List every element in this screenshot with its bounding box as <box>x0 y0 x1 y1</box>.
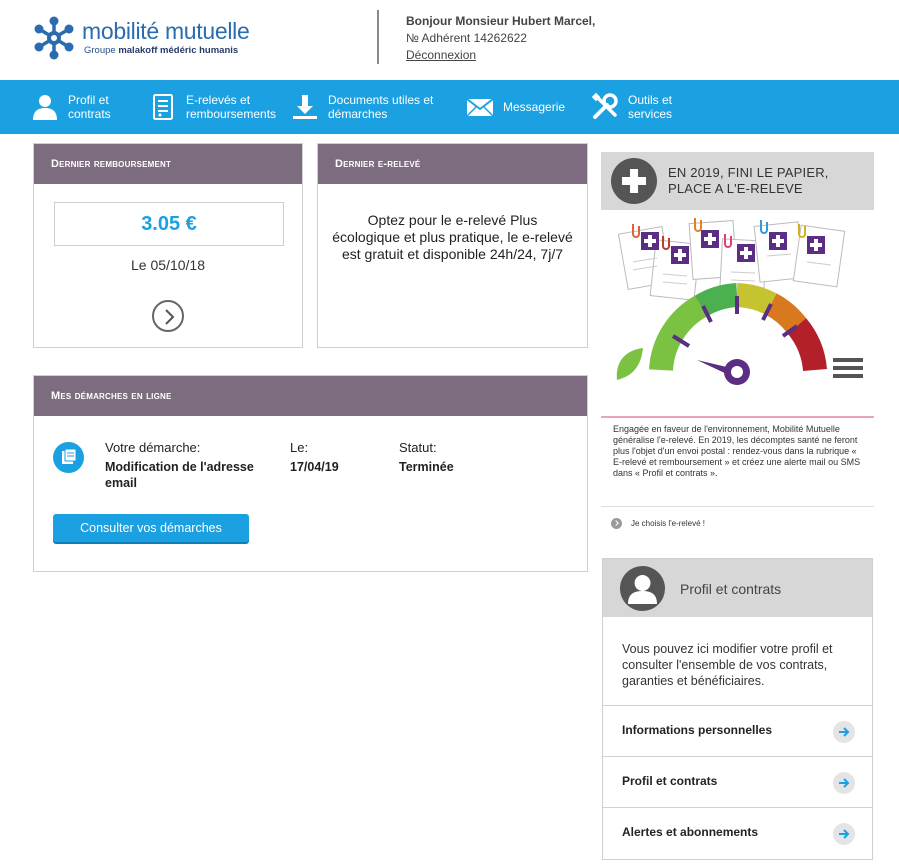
brand-group: Groupe malakoff médéric humanis <box>84 45 238 56</box>
nav-item-documents[interactable]: Documents utiles et démarches <box>290 80 446 134</box>
main-nav: Profil et contrats E-relevés et rembours… <box>0 80 899 134</box>
promo-text: Engagée en faveur de l'environnement, Mo… <box>613 424 861 478</box>
demarche-date: 17/04/19 <box>290 460 339 474</box>
card-remboursement-title: Dernier remboursement <box>34 144 302 184</box>
promo-title-line1: EN 2019, FINI LE PAPIER, <box>668 165 829 180</box>
card-remboursement: Dernier remboursement 3.05 € Le 05/10/18 <box>33 143 303 348</box>
member-number: № Adhérent 14262622 <box>406 31 527 45</box>
card-demarches: Mes démarches en ligne Votre démarche: L… <box>33 375 588 572</box>
promo-ereleve: EN 2019, FINI LE PAPIER, PLACE A L'E-RELE… <box>601 152 874 536</box>
profile-link-label: Profil et contrats <box>622 774 718 788</box>
user-greeting: Bonjour Monsieur Hubert Marcel, <box>406 14 596 28</box>
nav-label-ereleves: E-relevés et remboursements <box>186 93 277 121</box>
promo-separator <box>601 416 874 418</box>
promo-header: EN 2019, FINI LE PAPIER, PLACE A L'E-RELE… <box>601 152 874 210</box>
demarche-icon <box>53 442 84 473</box>
promo-divider <box>601 506 874 507</box>
brand-logo[interactable]: mobilité mutuelle Groupe malakoff médéri… <box>30 12 270 62</box>
profile-header: Profil et contrats <box>603 559 872 617</box>
header: mobilité mutuelle Groupe malakoff médéri… <box>0 0 899 80</box>
profile-title: Profil et contrats <box>680 581 782 597</box>
user-icon <box>33 95 57 120</box>
folder-icon <box>62 449 77 464</box>
chevron-right-icon <box>165 309 175 325</box>
promo-plus-badge <box>611 158 657 204</box>
promo-title-line2: PLACE A L'E-RELEVE <box>668 181 803 196</box>
label-status: Statut: <box>399 440 437 455</box>
profile-link-contrats[interactable]: Profil et contrats <box>603 756 872 807</box>
card-ereleve: Dernier e-relevé Optez pour le e-relevé … <box>317 143 588 348</box>
arrow-right-icon <box>611 518 622 529</box>
brand-group-prefix: Groupe <box>84 45 119 56</box>
mail-icon <box>466 98 494 117</box>
nav-item-messagerie[interactable]: Messagerie <box>465 80 565 134</box>
nav-item-profil[interactable]: Profil et contrats <box>30 80 124 134</box>
card-ereleve-title: Dernier e-relevé <box>318 144 587 184</box>
profile-description: Vous pouvez ici modifier votre profil et… <box>622 642 833 688</box>
demarche-value: Modification de l'adresse email <box>105 460 254 490</box>
menu-icon <box>833 358 863 378</box>
promo-title: EN 2019, FINI LE PAPIER, PLACE A L'E-RELE… <box>668 165 829 197</box>
label-date: Le: <box>290 440 309 455</box>
label-demarche: Votre démarche: <box>105 440 201 455</box>
profile-link-informations[interactable]: Informations personnelles <box>603 705 872 756</box>
consulter-demarches-button[interactable]: Consulter vos démarches <box>53 514 249 542</box>
avatar <box>620 566 665 611</box>
ereleve-text: Optez pour le e-relevé Plus écologique e… <box>332 212 573 262</box>
logo-mark-icon <box>34 16 74 60</box>
logout-link[interactable]: Déconnexion <box>406 48 476 62</box>
download-icon <box>293 95 317 119</box>
document-icon <box>153 94 173 120</box>
card-demarches-title: Mes démarches en ligne <box>34 376 587 416</box>
leaf-icon <box>616 348 643 380</box>
plus-icon <box>622 169 646 193</box>
arrow-right-icon <box>833 772 855 794</box>
promo-link[interactable]: Je choisis l'e-relevé ! <box>611 518 705 529</box>
remboursement-amount: 3.05 € <box>54 202 284 246</box>
brand-name: mobilité mutuelle <box>82 18 250 44</box>
tools-icon <box>591 92 618 119</box>
profile-link-alertes[interactable]: Alertes et abonnements <box>603 807 872 858</box>
demarche-status: Terminée <box>399 460 454 474</box>
profile-link-label: Informations personnelles <box>622 723 773 737</box>
arrow-right-icon <box>833 721 855 743</box>
promo-illustration <box>616 218 863 385</box>
profile-link-label: Alertes et abonnements <box>622 825 759 839</box>
nav-label-messagerie: Messagerie <box>503 100 566 114</box>
nav-label-documents: Documents utiles et démarches <box>328 93 434 121</box>
remboursement-date: Le 05/10/18 <box>131 257 205 273</box>
brand-group-name: malakoff médéric humanis <box>118 45 239 56</box>
nav-item-outils[interactable]: Outils et services <box>590 80 688 134</box>
gauge-needle <box>697 359 750 385</box>
nav-label-outils: Outils et services <box>628 93 673 121</box>
remboursement-details-button[interactable] <box>152 300 184 332</box>
header-divider <box>377 10 379 64</box>
nav-label-profil: Profil et contrats <box>68 93 111 121</box>
promo-link-label: Je choisis l'e-relevé ! <box>631 519 705 528</box>
arrow-right-icon <box>833 823 855 845</box>
profile-box: Profil et contrats Vous pouvez ici modif… <box>602 558 873 860</box>
nav-item-ereleves[interactable]: E-relevés et remboursements <box>148 80 286 134</box>
user-icon <box>628 575 657 604</box>
